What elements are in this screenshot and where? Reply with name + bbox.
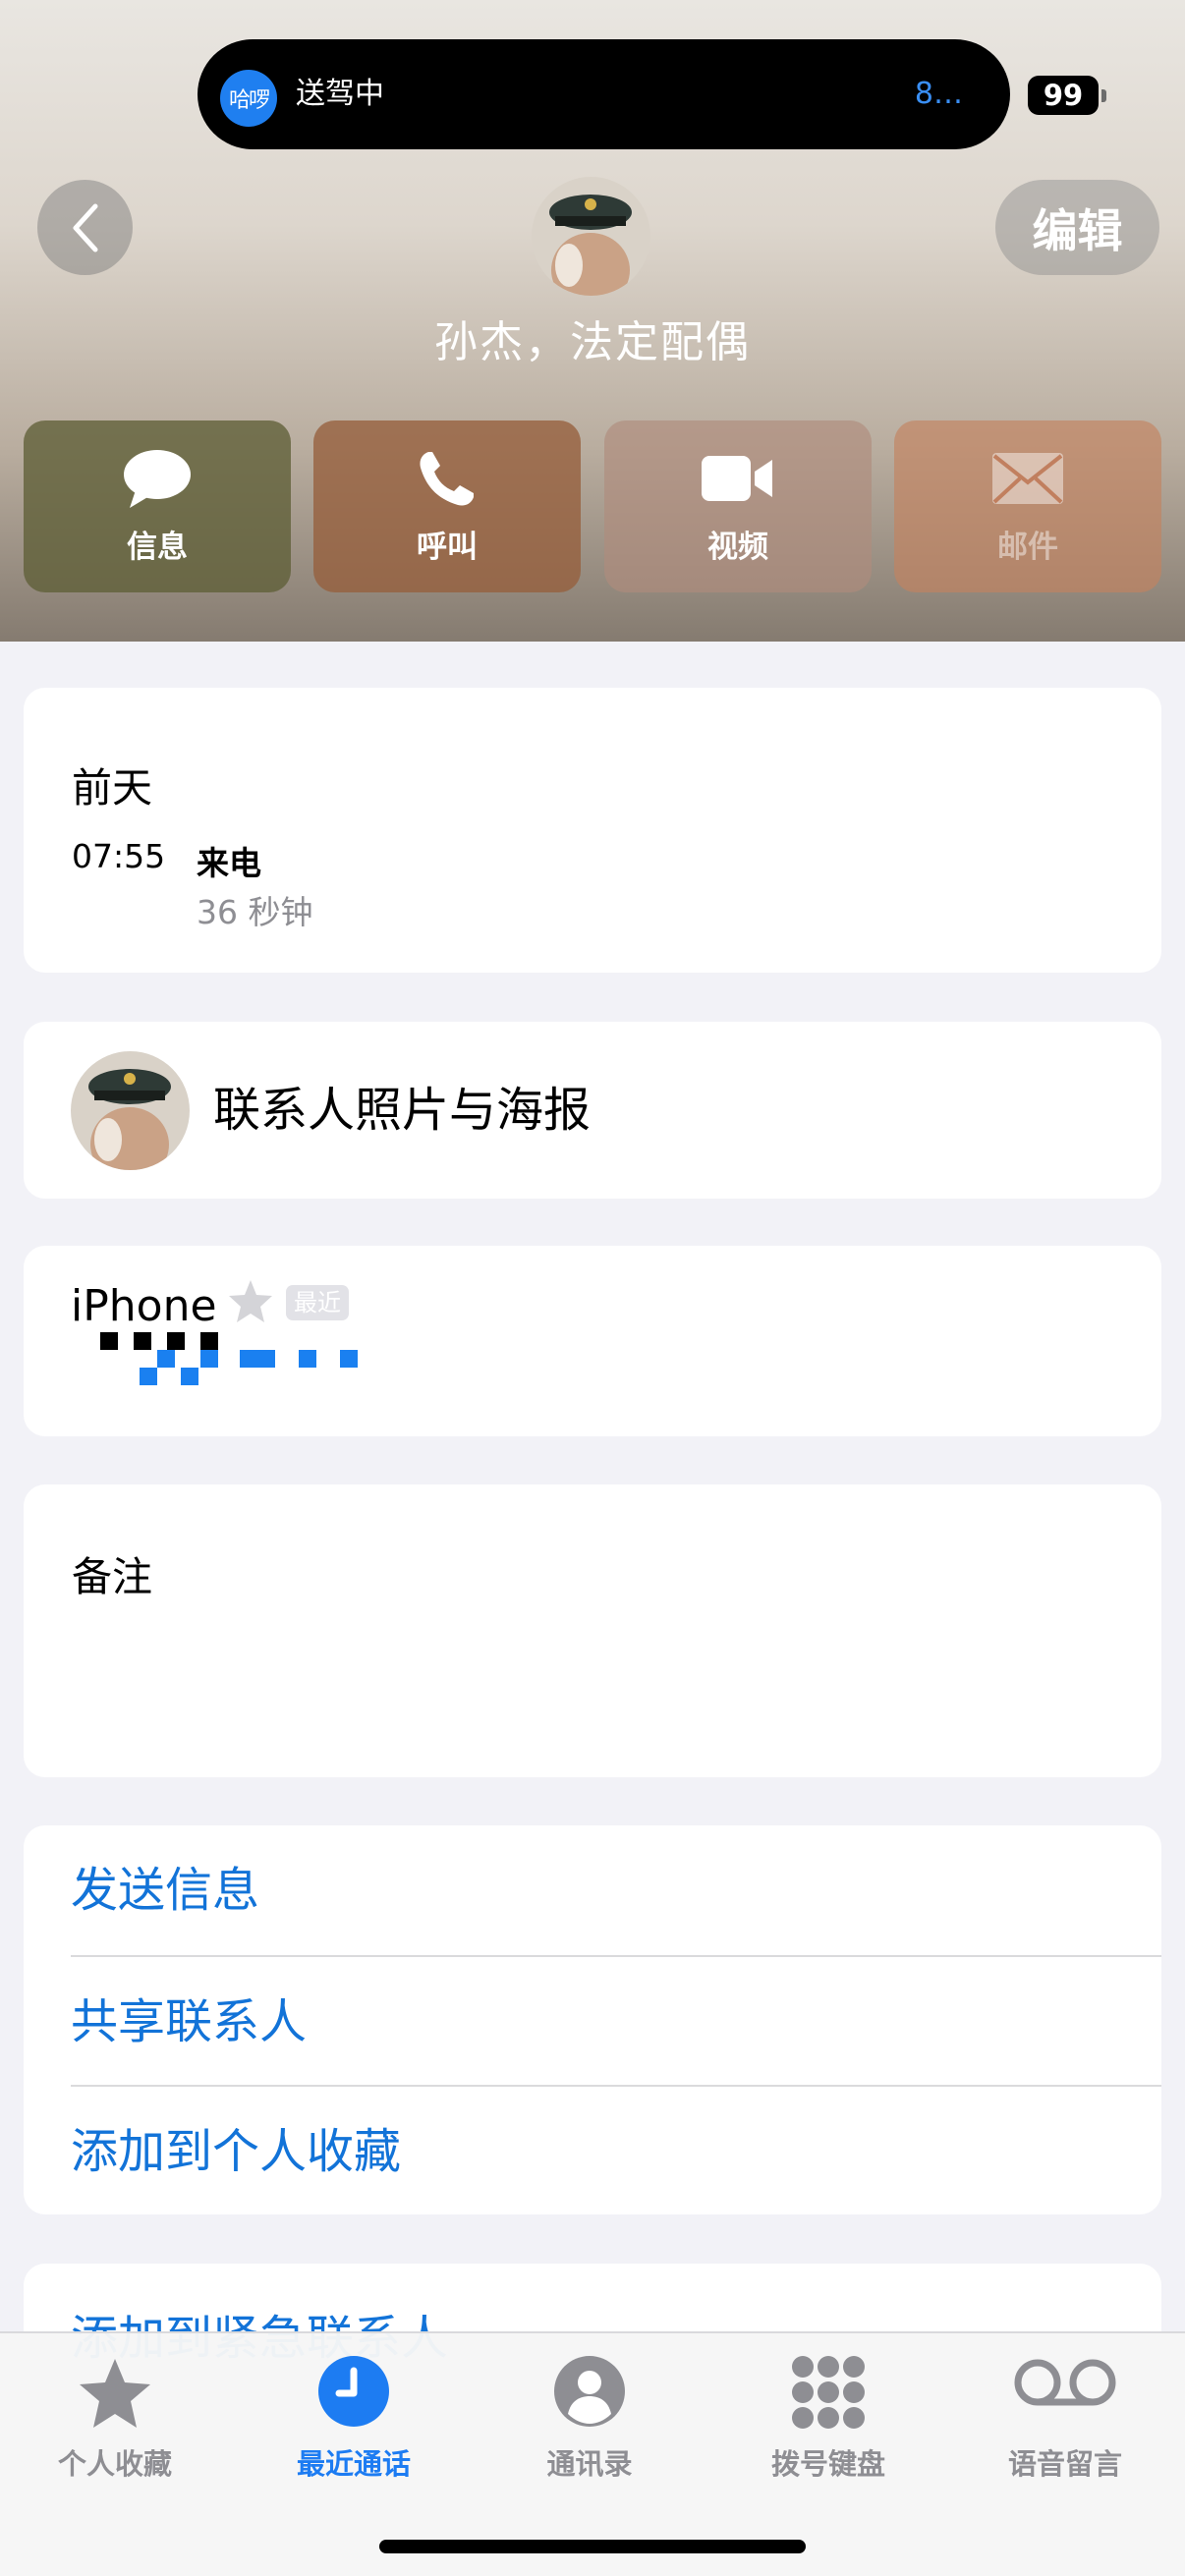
envelope-icon [992,453,1063,504]
quick-actions: 信息 呼叫 视频 邮件 [24,420,1161,592]
hello-app-icon: 哈啰 [220,70,277,127]
call-type: 来电 [197,844,261,882]
island-status-text: 送驾中 [296,77,384,111]
battery-indicator: 99 [1028,76,1099,115]
share-contact-link[interactable]: 共享联系人 [71,1955,1161,2085]
poster-avatar [71,1051,190,1170]
phone-icon [420,452,474,506]
tab-favorites[interactable]: 个人收藏 [17,2333,213,2491]
call-day: 前天 [72,764,152,812]
person-circle-icon [554,2356,625,2427]
contact-photo-poster-row[interactable]: 联系人照片与海报 [24,1022,1161,1199]
island-eta-text: 8… [914,77,963,111]
star-icon [80,2359,150,2428]
message-action-label: 信息 [127,530,188,565]
call-action-label: 呼叫 [417,530,478,565]
tab-recents[interactable]: 最近通话 [255,2333,452,2491]
tab-contacts-label: 通讯录 [546,2447,633,2481]
chevron-left-icon [73,203,97,252]
contact-header: 哈啰 送驾中 8… 99 编辑 孙杰，法定配偶 信息 呼叫 视频 邮件 [0,0,1185,642]
message-action-button[interactable]: 信息 [24,420,291,592]
call-action-button[interactable]: 呼叫 [313,420,581,592]
contact-avatar[interactable] [532,177,650,296]
edit-button[interactable]: 编辑 [995,180,1159,275]
battery-nub [1101,89,1106,102]
add-to-favorites-link[interactable]: 添加到个人收藏 [71,2085,1161,2214]
phone-number-row[interactable]: iPhone 最近 [24,1246,1161,1436]
notes-field[interactable]: 备注 [24,1484,1161,1777]
star-icon [229,1280,272,1322]
video-action-label: 视频 [707,530,768,565]
message-bubble-icon [124,450,191,508]
call-duration: 36 秒钟 [197,893,313,931]
video-action-button[interactable]: 视频 [604,420,872,592]
back-button[interactable] [37,180,133,275]
tab-recents-label: 最近通话 [296,2447,411,2481]
recent-call-card: 前天 07:55 来电 36 秒钟 [24,688,1161,973]
send-message-link[interactable]: 发送信息 [71,1825,1161,1955]
tab-contacts[interactable]: 通讯录 [491,2333,688,2491]
call-time: 07:55 [72,837,166,875]
redacted-number-mask [100,1332,358,1385]
tab-keypad[interactable]: 拨号键盘 [730,2333,927,2491]
phone-label: iPhone [71,1281,217,1331]
clock-icon [318,2356,389,2427]
poster-label: 联系人照片与海报 [213,1083,592,1138]
tab-voicemail[interactable]: 语音留言 [967,2333,1163,2491]
mail-action-label: 邮件 [997,530,1058,565]
notes-label: 备注 [72,1553,152,1600]
video-camera-icon [702,456,772,501]
tab-voicemail-label: 语音留言 [1007,2447,1122,2481]
dynamic-island[interactable]: 哈啰 送驾中 8… [198,39,1010,149]
contact-name: 孙杰，法定配偶 [434,317,751,367]
tab-favorites-label: 个人收藏 [57,2447,172,2481]
keypad-icon [792,2356,865,2429]
tab-keypad-label: 拨号键盘 [770,2447,885,2481]
contact-photo [532,177,650,296]
home-indicator[interactable] [379,2540,806,2553]
recent-badge: 最近 [286,1285,349,1320]
voicemail-icon [1014,2359,1116,2406]
contact-actions-list: 发送信息 共享联系人 添加到个人收藏 [24,1825,1161,2214]
mail-action-button: 邮件 [894,420,1161,592]
